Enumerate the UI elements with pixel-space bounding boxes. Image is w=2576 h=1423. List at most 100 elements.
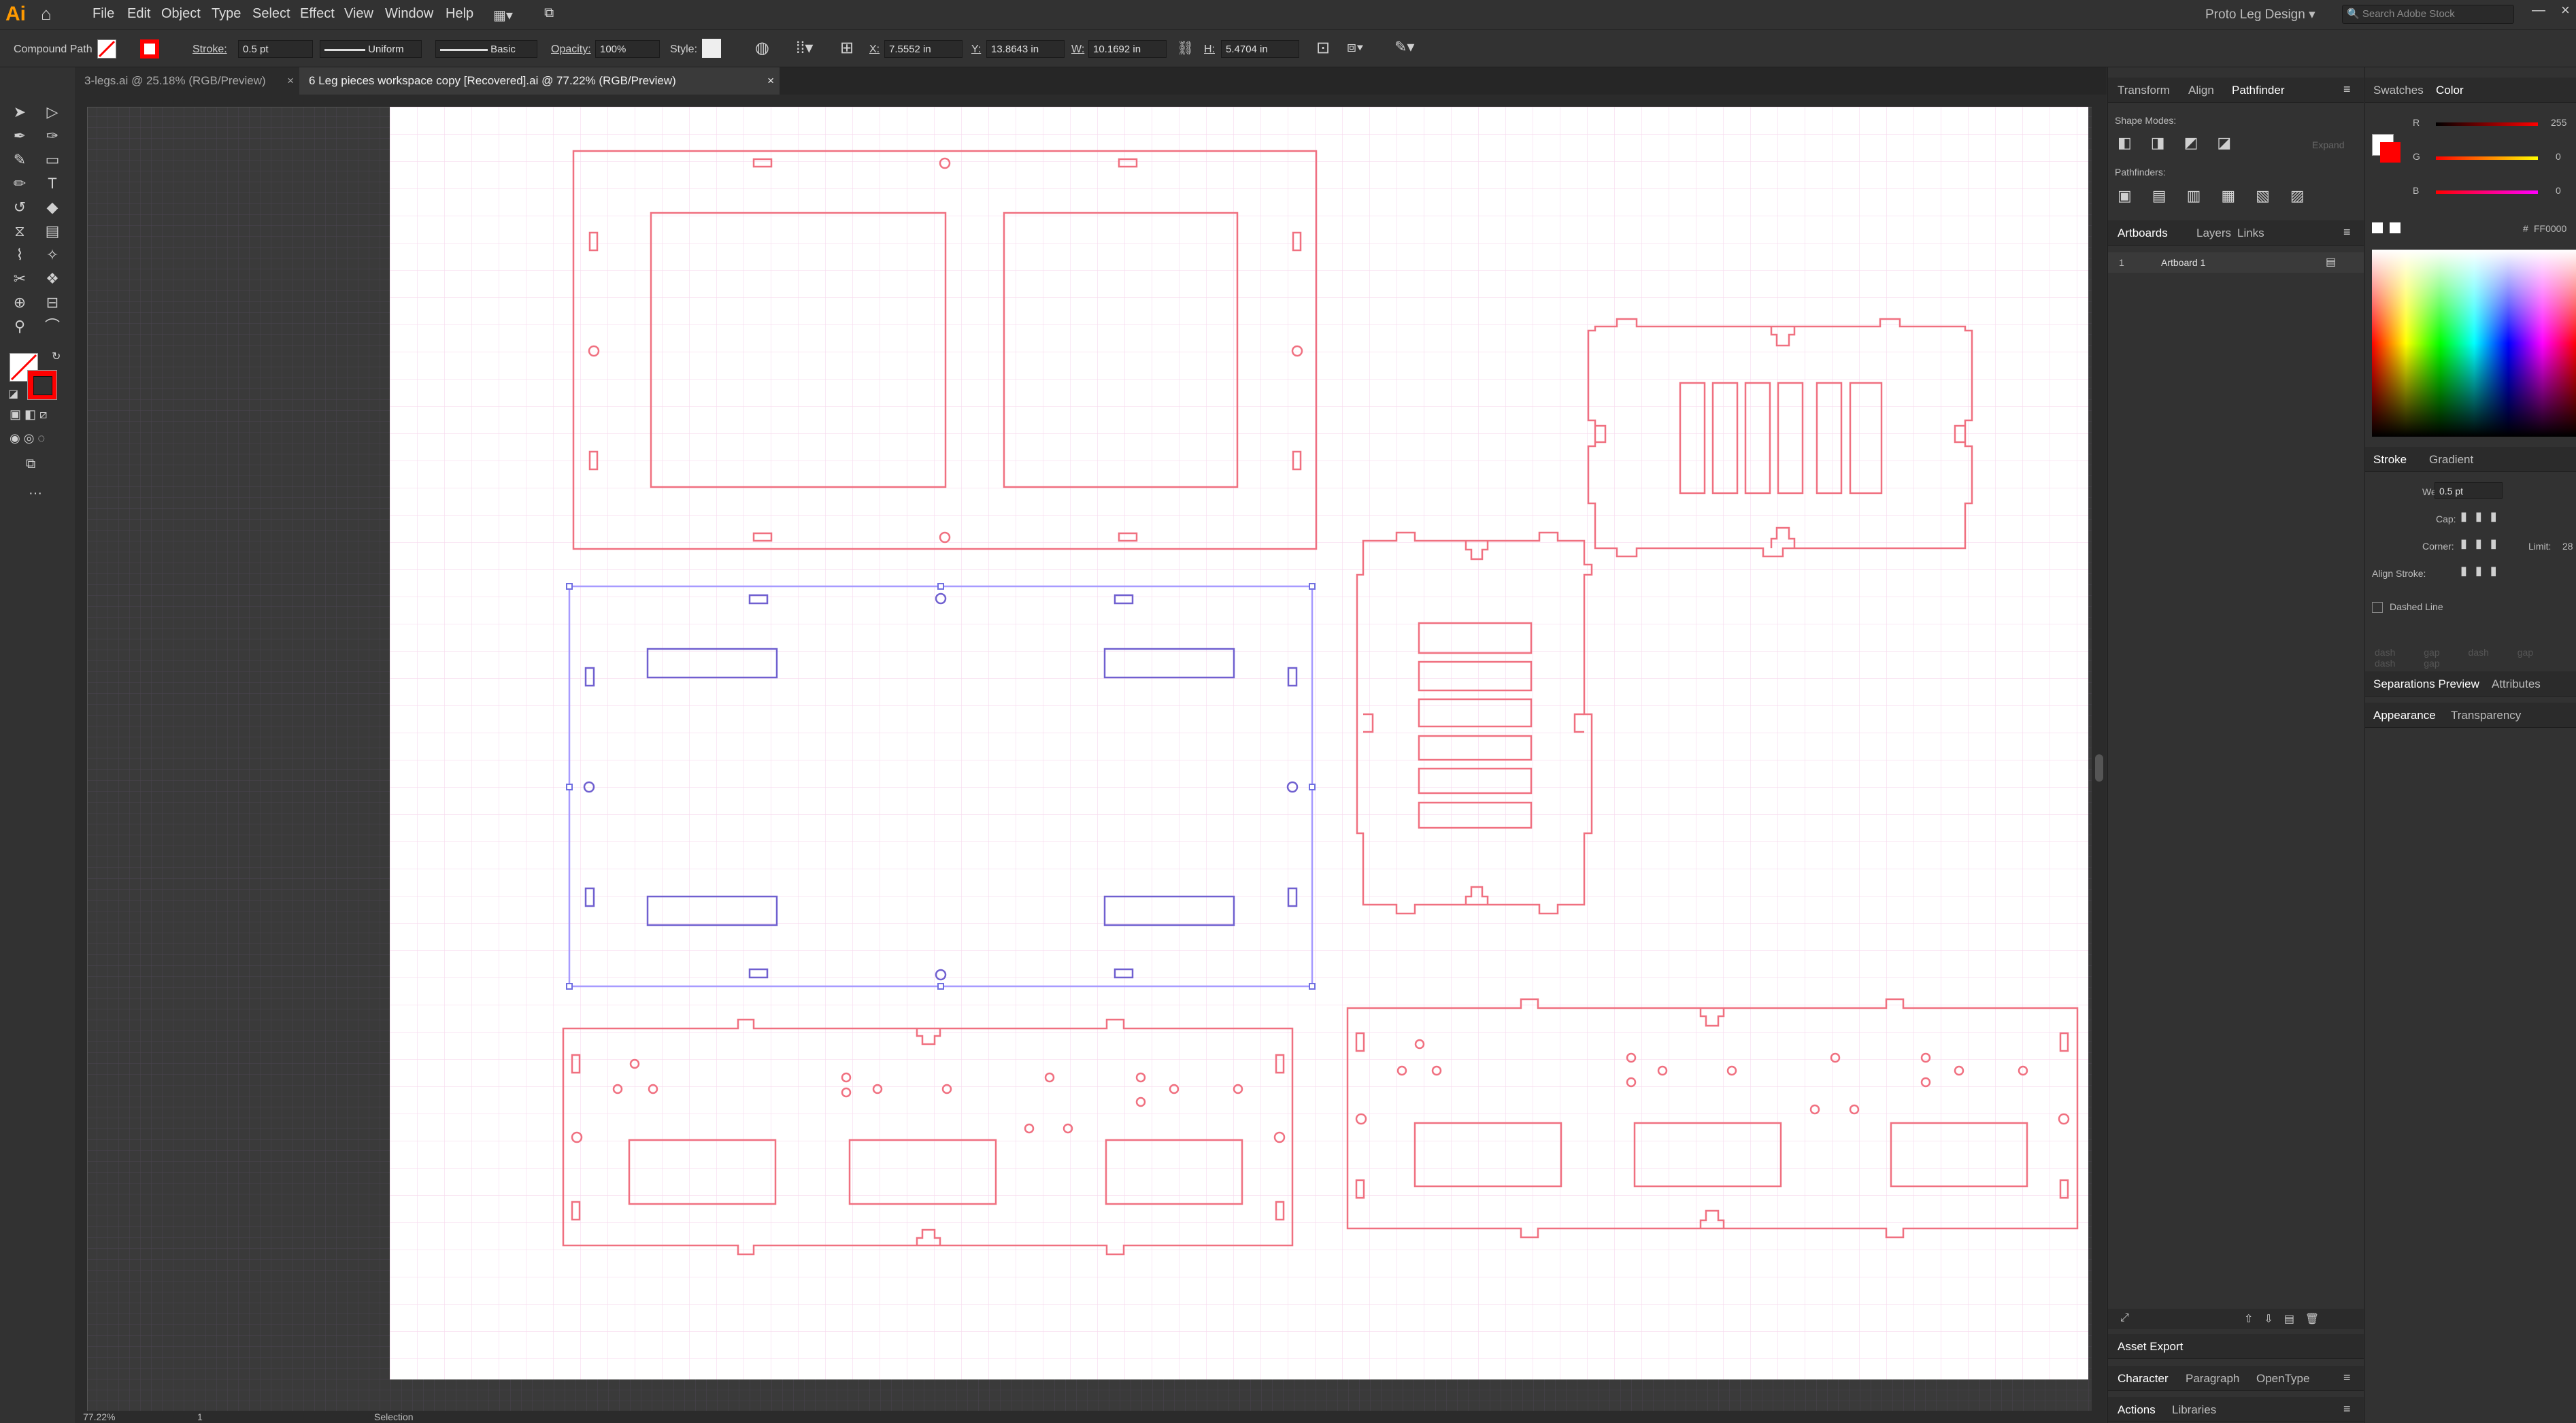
corner-buttons[interactable]: ▮▮▮ [2460,537,2505,551]
menu-object[interactable]: Object [161,6,201,22]
artboard-options-icon[interactable]: ▤ [2326,255,2336,269]
tab-links[interactable]: Links [2237,227,2264,240]
panel-menu-icon[interactable]: ✎▾ [1394,38,1414,56]
tab-color[interactable]: Color [2436,84,2464,97]
color-spectrum[interactable] [2372,250,2576,437]
stroke-weight-field[interactable]: 0.5 pt [238,40,313,58]
scroll-thumb[interactable] [2095,754,2103,782]
tab-libraries[interactable]: Libraries [2172,1403,2216,1417]
vertical-scrollbar[interactable] [2092,95,2107,1411]
brush-definition[interactable]: Basic [435,40,537,58]
variable-width-profile[interactable]: Uniform [320,40,422,58]
recolor-artwork-icon[interactable]: ◍ [755,38,769,58]
tab-character[interactable]: Character [2118,1372,2169,1386]
horizontal-ruler[interactable] [75,95,2092,107]
transform-icon[interactable]: ⊡ [1316,38,1330,58]
curvature-tool-icon[interactable]: ✑ [41,125,64,147]
stock-search-input[interactable]: 🔍 Search Adobe Stock [2342,5,2514,24]
constrain-proportions-icon[interactable]: ⛓ [1177,39,1194,56]
selection-tool-icon[interactable]: ➤ [8,101,31,123]
menu-edit[interactable]: Edit [127,6,150,22]
default-colors-icon[interactable]: ◪ [8,387,18,401]
tab-layers[interactable]: Layers [2196,227,2231,240]
draw-mode-icons[interactable]: ◉ ◎ ◌ [10,431,45,446]
artboard-canvas[interactable] [390,107,2088,1379]
limit-value[interactable]: 28 [2562,541,2573,552]
tab-separations-preview[interactable]: Separations Preview [2373,677,2479,691]
tab-align[interactable]: Align [2188,84,2214,97]
edit-toolbar-icon[interactable]: ··· [29,486,42,501]
menu-help[interactable]: Help [446,6,473,22]
current-tool[interactable]: Selection [374,1411,414,1422]
width-tool-icon[interactable]: ⧖ [8,220,31,242]
pencil-tool-icon[interactable]: ✏ [8,173,31,195]
type-tool-icon[interactable]: T [41,173,64,195]
rotate-tool-icon[interactable]: ↺ [8,197,31,218]
blend-tool-icon[interactable]: ✧ [41,244,64,266]
tab-gradient[interactable]: Gradient [2429,453,2473,467]
panel-menu-icon[interactable]: ≡ [2343,1402,2351,1416]
symbol-sprayer-tool-icon[interactable]: ❖ [41,268,64,290]
color-stroke-indicator[interactable] [2380,142,2401,163]
direct-selection-tool-icon[interactable]: ▷ [41,101,64,123]
zoom-tool-icon[interactable]: ⚲ [8,316,31,337]
menu-select[interactable]: Select [252,6,290,22]
shape-mode-buttons[interactable]: ◧◨◩◪ [2118,134,2250,152]
tab-actions[interactable]: Actions [2118,1403,2156,1417]
white-swatch[interactable] [2390,222,2401,233]
stroke-color-box[interactable] [27,370,57,400]
arrange-icon[interactable]: ⧈▾ [1347,38,1364,56]
tab-paragraph[interactable]: Paragraph [2186,1372,2239,1386]
h-field[interactable]: 5.4704 in [1221,40,1299,58]
tab-3-legs[interactable]: 3-legs.ai @ 25.18% (RGB/Preview) × [75,67,299,95]
align-stroke-buttons[interactable]: ▮▮▮ [2460,564,2505,578]
x-field[interactable]: 7.5552 in [884,40,963,58]
panel-menu-icon[interactable]: ≡ [2343,82,2351,97]
tab-appearance[interactable]: Appearance [2373,709,2436,722]
graphic-style-swatch[interactable] [702,39,721,58]
color-mode-icons[interactable]: ▣ ◧ ⧄ [10,407,47,422]
shape-builder-tool-icon[interactable]: ⊕ [8,292,31,314]
artboard-navigator[interactable]: 1 [197,1411,203,1422]
tab-attributes[interactable]: Attributes [2492,677,2541,691]
pathfinder-buttons[interactable]: ▣▤▥▦▧▨ [2118,187,2325,205]
tab-opentype[interactable]: OpenType [2256,1372,2309,1386]
g-value[interactable]: 0 [2556,151,2561,162]
tab-stroke[interactable]: Stroke [2373,453,2407,467]
zoom-level[interactable]: 77.22% [83,1411,115,1422]
artboard[interactable] [390,107,2088,1379]
fill-swatch[interactable] [97,39,116,58]
slice-tool-icon[interactable]: ✂ [8,268,31,290]
paintbrush-tool-icon[interactable]: ✎ [8,149,31,171]
hand-tool-icon[interactable]: ⌒ [41,316,64,337]
rearrange-icon[interactable]: ⤢ [2120,1312,2129,1324]
dashed-line-checkbox[interactable] [2372,602,2383,613]
workspace-switcher[interactable]: Proto Leg Design ▾ [2205,7,2315,22]
share-icon[interactable]: ⧉ [544,5,554,21]
reference-point-icon[interactable]: ⊞ [840,38,854,58]
tab-transparency[interactable]: Transparency [2451,709,2521,722]
menu-effect[interactable]: Effect [300,6,335,22]
home-icon[interactable]: ⌂ [41,3,52,24]
rectangle-tool-icon[interactable]: ▭ [41,149,64,171]
tab-transform[interactable]: Transform [2118,84,2170,97]
artboard-list-row[interactable]: 1 Artboard 1 ▤ [2108,252,2364,273]
r-slider[interactable] [2436,122,2538,126]
tab-asset-export[interactable]: Asset Export [2118,1340,2183,1354]
artboard-tool-icon[interactable]: ⊟ [41,292,64,314]
r-value[interactable]: 255 [2551,117,2566,128]
none-swatch-icon[interactable] [2372,222,2383,233]
tab-swatches[interactable]: Swatches [2373,84,2424,97]
tab-artboards[interactable]: Artboards [2118,227,2168,240]
tab-6-leg-pieces[interactable]: 6 Leg pieces workspace copy [Recovered].… [299,67,780,95]
cap-buttons[interactable]: ▮▮▮ [2460,509,2505,524]
panel-menu-icon[interactable]: ≡ [2343,225,2351,239]
tab-pathfinder[interactable]: Pathfinder [2232,84,2285,97]
gradient-tool-icon[interactable]: ▤ [41,220,64,242]
menu-type[interactable]: Type [212,6,241,22]
artboard-footer-icons[interactable]: ⇧⇩▤🗑 [2244,1312,2330,1326]
menu-window[interactable]: Window [385,6,433,22]
arrange-documents-icon[interactable]: ▦▾ [493,7,513,24]
screen-mode-icon[interactable]: ⧉ [26,456,35,472]
expand-button[interactable]: Expand [2312,139,2344,150]
